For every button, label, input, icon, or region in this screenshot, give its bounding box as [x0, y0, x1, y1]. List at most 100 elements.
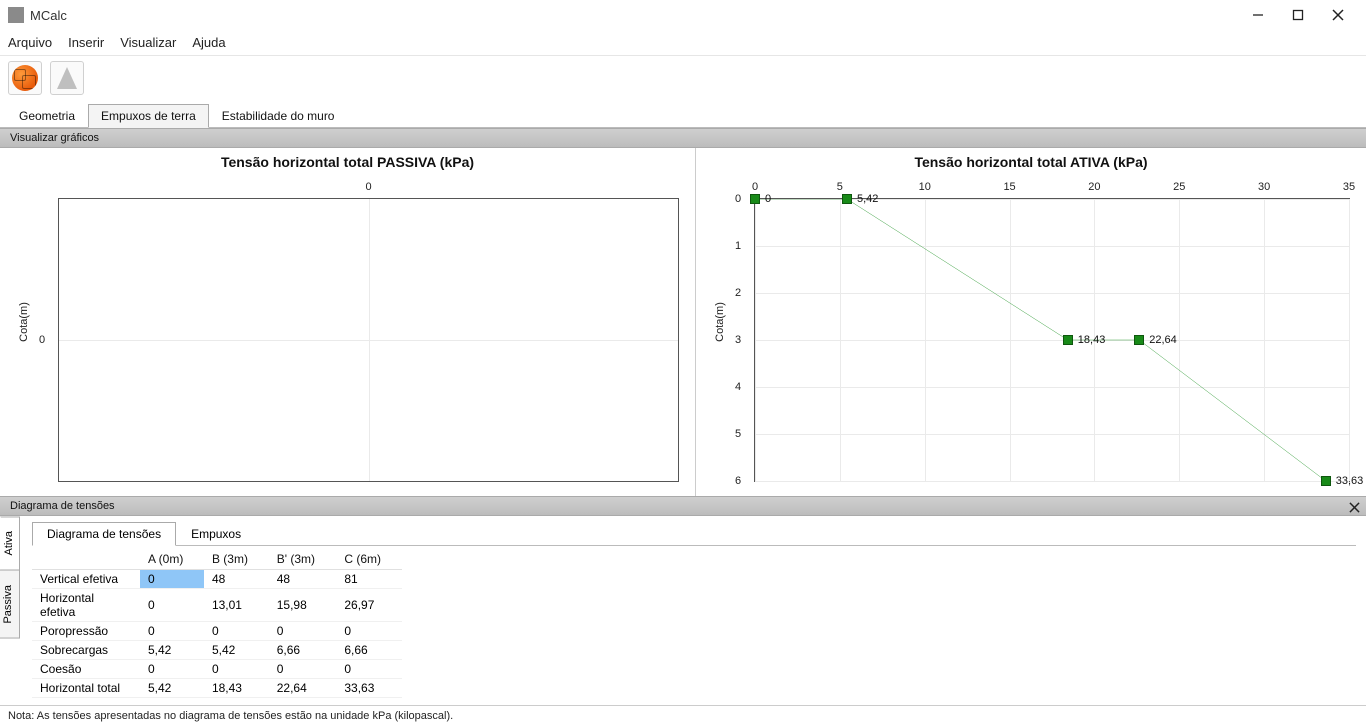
table-cell[interactable]: 22,64 [269, 678, 337, 697]
tick-label: 10 [919, 181, 931, 193]
toolbar [0, 56, 1366, 100]
table-header: C (6m) [336, 550, 402, 569]
table-cell[interactable]: 48 [204, 569, 269, 588]
row-label: Vertical efetiva [32, 569, 140, 588]
subtab-empuxos[interactable]: Empuxos [176, 522, 256, 545]
table-cell[interactable]: 0 [269, 659, 337, 678]
chart-active-plot[interactable]: 05101520253035012345605,4218,4322,6433,6… [754, 198, 1350, 482]
tick-label: 20 [1088, 181, 1100, 193]
tick-label: 6 [735, 475, 741, 487]
tab-estabilidade[interactable]: Estabilidade do muro [209, 104, 348, 127]
tool-soil-button[interactable] [8, 61, 42, 95]
app-title: MCalc [30, 8, 67, 23]
tick-label: 5 [837, 181, 843, 193]
main-tabs: Geometria Empuxos de terra Estabilidade … [0, 100, 1366, 128]
menu-bar: Arquivo Inserir Visualizar Ajuda [0, 30, 1366, 56]
chart-passive-ylabel: Cota(m) [18, 302, 30, 342]
table-cell[interactable]: 15,98 [269, 588, 337, 621]
table-cell[interactable]: 0 [140, 621, 204, 640]
data-marker [1134, 335, 1144, 345]
table-cell[interactable]: 6,66 [336, 640, 402, 659]
data-marker [750, 194, 760, 204]
close-button[interactable] [1318, 1, 1358, 29]
table-cell[interactable]: 33,63 [336, 678, 402, 697]
data-label: 0 [765, 193, 771, 205]
table-cell[interactable]: 0 [140, 659, 204, 678]
soil-texture-icon [12, 65, 38, 91]
data-marker [1321, 476, 1331, 486]
data-marker [1063, 335, 1073, 345]
title-bar: MCalc [0, 0, 1366, 30]
table-cell[interactable]: 0 [204, 621, 269, 640]
tick-label: 15 [1003, 181, 1015, 193]
charts-section-title: Visualizar gráficos [10, 132, 99, 144]
tool-wall-button[interactable] [50, 61, 84, 95]
data-label: 5,42 [857, 193, 878, 205]
table-cell[interactable]: 48 [269, 569, 337, 588]
vtab-passiva[interactable]: Passiva [0, 570, 20, 639]
table-cell[interactable]: 5,42 [140, 640, 204, 659]
charts-section-header: Visualizar gráficos [0, 128, 1366, 148]
table-cell[interactable]: 0 [204, 659, 269, 678]
tick-label: 25 [1173, 181, 1185, 193]
chart-active-ylabel: Cota(m) [714, 302, 726, 342]
footnote: Nota: As tensões apresentadas no diagram… [0, 706, 1366, 728]
table-cell[interactable]: 0 [140, 588, 204, 621]
table-row[interactable]: Poropressão0000 [32, 621, 402, 640]
sub-tabs: Diagrama de tensões Empuxos [32, 522, 1356, 546]
row-label: Horizontal efetiva [32, 588, 140, 621]
window-controls [1238, 1, 1358, 29]
menu-arquivo[interactable]: Arquivo [8, 35, 52, 50]
table-row[interactable]: Coesão0000 [32, 659, 402, 678]
tab-geometria[interactable]: Geometria [6, 104, 88, 127]
table-cell[interactable]: 81 [336, 569, 402, 588]
table-cell[interactable]: 0 [269, 621, 337, 640]
table-row[interactable]: Vertical efetiva0484881 [32, 569, 402, 588]
data-marker [842, 194, 852, 204]
table-cell[interactable]: 5,42 [140, 678, 204, 697]
row-label: Horizontal total [32, 678, 140, 697]
row-label: Sobrecargas [32, 640, 140, 659]
table-header: B' (3m) [269, 550, 337, 569]
table-cell[interactable]: 5,42 [204, 640, 269, 659]
table-cell[interactable]: 6,66 [269, 640, 337, 659]
tick-label: 30 [1258, 181, 1270, 193]
chart-passive-plot[interactable]: 00 [58, 198, 679, 482]
menu-visualizar[interactable]: Visualizar [120, 35, 176, 50]
chart-active-title: Tensão horizontal total ATIVA (kPa) [696, 154, 1366, 170]
tick-label: 0 [39, 334, 45, 346]
table-header: A (0m) [140, 550, 204, 569]
data-label: 22,64 [1149, 334, 1177, 346]
table-cell[interactable]: 0 [140, 569, 204, 588]
vtab-ativa[interactable]: Ativa [0, 516, 20, 570]
tension-table[interactable]: A (0m)B (3m)B' (3m)C (6m)Vertical efetiv… [32, 550, 402, 698]
subtab-diagrama[interactable]: Diagrama de tensões [32, 522, 176, 546]
diagram-section-title: Diagrama de tensões [10, 500, 115, 512]
table-cell[interactable]: 13,01 [204, 588, 269, 621]
row-label: Poropressão [32, 621, 140, 640]
tick-label: 0 [735, 193, 741, 205]
diagram-section-header: Diagrama de tensões [0, 496, 1366, 516]
table-row[interactable]: Sobrecargas5,425,426,666,66 [32, 640, 402, 659]
menu-ajuda[interactable]: Ajuda [192, 35, 225, 50]
data-label: 33,63 [1336, 475, 1364, 487]
tick-label: 5 [735, 428, 741, 440]
chart-passive: Tensão horizontal total PASSIVA (kPa) Co… [0, 148, 696, 496]
tick-label: 1 [735, 240, 741, 252]
maximize-button[interactable] [1278, 1, 1318, 29]
minimize-button[interactable] [1238, 1, 1278, 29]
table-row[interactable]: Horizontal efetiva013,0115,9826,97 [32, 588, 402, 621]
table-cell[interactable]: 18,43 [204, 678, 269, 697]
table-cell[interactable]: 0 [336, 621, 402, 640]
table-cell[interactable]: 26,97 [336, 588, 402, 621]
menu-inserir[interactable]: Inserir [68, 35, 104, 50]
tick-label: 2 [735, 287, 741, 299]
table-cell[interactable]: 0 [336, 659, 402, 678]
row-label: Coesão [32, 659, 140, 678]
bottom-panel: Ativa Passiva Diagrama de tensões Empuxo… [0, 516, 1366, 728]
tab-empuxos[interactable]: Empuxos de terra [88, 104, 209, 128]
tick-label: 0 [752, 181, 758, 193]
table-row[interactable]: Horizontal total5,4218,4322,6433,63 [32, 678, 402, 697]
diagram-close-button[interactable] [1346, 499, 1362, 515]
vertical-tabs: Ativa Passiva [0, 516, 20, 705]
